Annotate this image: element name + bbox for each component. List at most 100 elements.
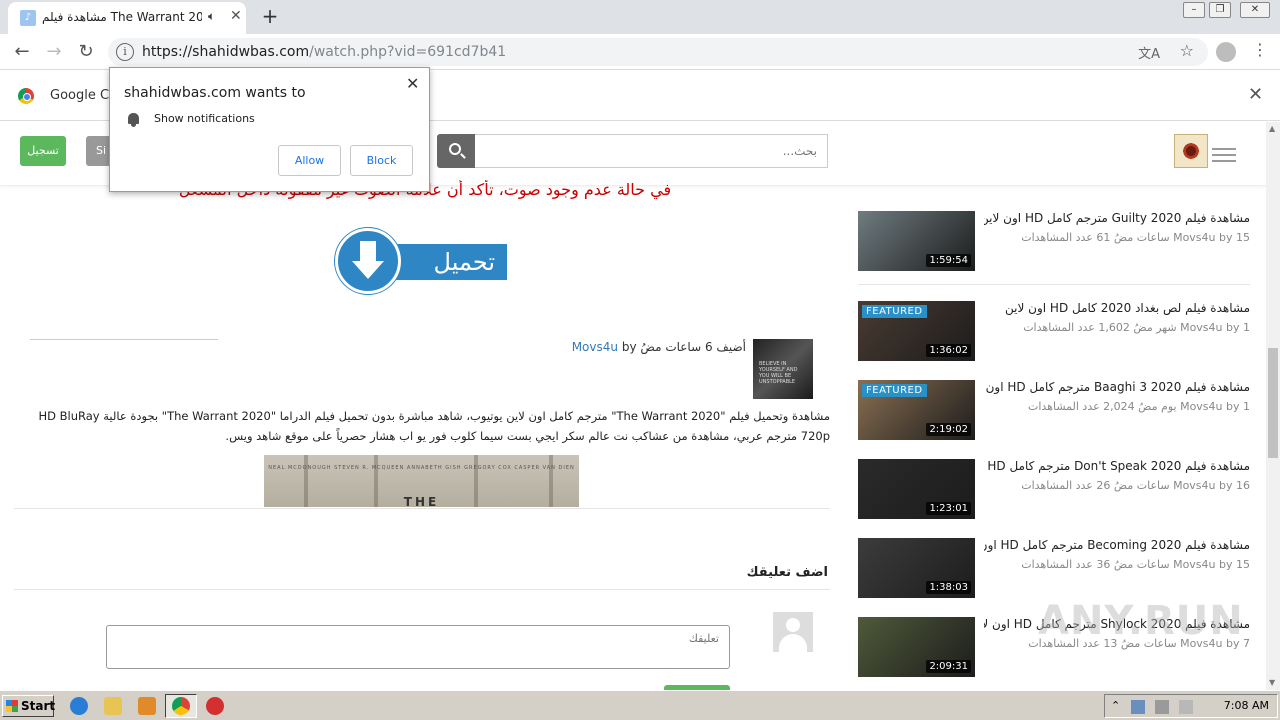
divider xyxy=(14,508,830,509)
hamburger-menu-icon[interactable] xyxy=(1212,148,1236,162)
stop-icon[interactable] xyxy=(206,697,224,715)
video-duration: 1:59:54 xyxy=(926,254,971,267)
back-arrow-icon[interactable]: ← xyxy=(10,40,34,64)
tab-title: مشاهدة فيلم The Warrant 2020 xyxy=(42,10,202,24)
video-duration: 1:23:01 xyxy=(926,502,971,515)
url-text[interactable]: https://shahidwbas.com/watch.php?vid=691… xyxy=(142,44,506,60)
prompt-permission: Show notifications xyxy=(154,112,255,125)
allow-button[interactable]: Allow xyxy=(278,145,341,176)
volume-icon[interactable] xyxy=(1155,700,1169,714)
tray-expand-icon[interactable]: ⌃ xyxy=(1111,699,1120,712)
prompt-close-icon[interactable]: ✕ xyxy=(406,74,419,93)
arrow-shaft xyxy=(360,241,376,263)
minimize-button[interactable]: – xyxy=(1183,2,1205,18)
window-close-button[interactable]: ✕ xyxy=(1240,2,1270,18)
related-video-item[interactable]: FEATURED 2:19:02 مشاهدة فيلم Baaghi 3 202… xyxy=(858,380,1250,440)
url-path: /watch.php?vid=691cd7b41 xyxy=(309,44,507,60)
url-host: https://shahidwbas.com xyxy=(142,44,310,60)
author-thumbnail[interactable]: BELIEVE IN YOURSELF AND YOU WILL BE UNST… xyxy=(753,339,813,399)
video-duration: 2:09:31 xyxy=(926,660,971,673)
browser-toolbar: ← → ↻ i https://shahidwbas.com/watch.php… xyxy=(0,34,1280,70)
kebab-menu-icon[interactable]: ⋮ xyxy=(1252,40,1268,59)
video-title[interactable]: مشاهدة فيلم لص بغداد 2020 كامل HD اون لا… xyxy=(984,301,1250,315)
register-button[interactable]: تسجيل xyxy=(20,136,66,166)
network-icon[interactable] xyxy=(1131,700,1145,714)
download-button[interactable]: تحميل xyxy=(335,228,507,296)
notification-permission-prompt: shahidwbas.com wants to ✕ Show notificat… xyxy=(109,67,430,192)
forward-arrow-icon[interactable]: → xyxy=(42,40,66,64)
video-thumbnail[interactable]: 1:38:03 xyxy=(858,538,975,598)
divider xyxy=(858,284,1250,285)
user-avatar xyxy=(773,612,813,652)
video-title[interactable]: مشاهدة فيلم Baaghi 3 2020 مترجم كامل HD … xyxy=(984,380,1250,394)
video-thumbnail[interactable]: FEATURED 1:36:02 xyxy=(858,301,975,361)
folder-icon[interactable] xyxy=(104,697,122,715)
infobar-text: Google Ch xyxy=(50,88,118,103)
video-meta: 16 Movs4u by ساعات مضُ 26 عدد المشاهدات xyxy=(1021,479,1250,492)
divider xyxy=(30,339,218,340)
related-video-item[interactable]: 1:59:54 مشاهدة فيلم Guilty 2020 مترجم كا… xyxy=(858,211,1250,271)
video-thumbnail[interactable]: FEATURED 2:19:02 xyxy=(858,380,975,440)
taskbar-chrome-button[interactable] xyxy=(165,694,197,718)
video-meta: 1 Movs4u by شهر مضُ 1,602 عدد المشاهدات xyxy=(1023,321,1250,334)
scroll-up-icon[interactable]: ▲ xyxy=(1269,124,1275,133)
search-input[interactable] xyxy=(475,134,828,168)
post-meta-time: أضيف 6 ساعات مضُ xyxy=(640,340,746,354)
bookmark-star-icon[interactable]: ☆ xyxy=(1180,41,1194,60)
video-thumbnail[interactable]: 1:59:54 xyxy=(858,211,975,271)
search-icon xyxy=(449,143,461,155)
media-player-icon[interactable] xyxy=(138,697,156,715)
restore-button[interactable]: ❐ xyxy=(1209,2,1231,18)
search-button[interactable] xyxy=(437,134,475,168)
logo-emblem-icon xyxy=(1181,141,1201,161)
avatar-head xyxy=(786,618,800,632)
post-author-link[interactable]: Movs4u xyxy=(572,340,618,354)
video-thumbnail[interactable]: 2:09:31 xyxy=(858,617,975,677)
related-video-item[interactable]: FEATURED 1:36:02 مشاهدة فيلم لص بغداد 202… xyxy=(858,301,1250,361)
start-button[interactable]: Start xyxy=(2,695,55,717)
comment-textarea[interactable] xyxy=(106,625,730,669)
reload-icon[interactable]: ↻ xyxy=(74,40,98,64)
featured-badge: FEATURED xyxy=(862,305,927,318)
video-title[interactable]: مشاهدة فيلم Becoming 2020 مترجم كامل HD … xyxy=(984,538,1250,552)
related-video-item[interactable]: 1:38:03 مشاهدة فيلم Becoming 2020 مترجم … xyxy=(858,538,1250,598)
site-logo[interactable] xyxy=(1174,134,1208,168)
flag-icon[interactable] xyxy=(1179,700,1193,714)
chrome-logo-icon xyxy=(18,88,34,104)
translate-icon[interactable]: 文A xyxy=(1138,43,1160,62)
infobar-close-icon[interactable]: ✕ xyxy=(1248,84,1263,105)
chrome-icon xyxy=(172,697,190,715)
post-meta: أضيف 6 ساعات مضُ Movs4u by xyxy=(560,340,746,354)
scroll-down-icon[interactable]: ▼ xyxy=(1269,678,1275,687)
related-video-item[interactable]: 1:23:01 مشاهدة فيلم Don't Speak 2020 متر… xyxy=(858,459,1250,519)
prompt-origin: shahidwbas.com wants to xyxy=(124,85,306,101)
new-tab-button[interactable]: + xyxy=(258,4,282,28)
post-meta-by: by xyxy=(621,340,637,354)
video-meta: 15 Movs4u by ساعات مضُ 36 عدد المشاهدات xyxy=(1021,558,1250,571)
movie-poster: NEAL MCDONOUGH STEVEN R. MCQUEEN ANNABET… xyxy=(264,455,579,507)
tab-close-icon[interactable]: ✕ xyxy=(230,8,242,24)
bell-icon xyxy=(128,113,139,127)
arrow-head xyxy=(352,261,384,279)
video-title[interactable]: مشاهدة فيلم Guilty 2020 مترجم كامل HD او… xyxy=(984,211,1250,225)
music-note-icon: ♪ xyxy=(20,10,36,26)
windows-logo-icon xyxy=(6,700,18,712)
poster-credits: NEAL MCDONOUGH STEVEN R. MCQUEEN ANNABET… xyxy=(268,465,575,471)
poster-title: THE xyxy=(403,495,440,507)
block-button[interactable]: Block xyxy=(350,145,413,176)
address-bar[interactable]: i https://shahidwbas.com/watch.php?vid=6… xyxy=(108,38,1208,66)
profile-avatar-icon[interactable] xyxy=(1216,42,1236,62)
internet-explorer-icon[interactable] xyxy=(70,697,88,715)
video-title[interactable]: مشاهدة فيلم Don't Speak 2020 مترجم كامل … xyxy=(984,459,1250,473)
video-duration: 1:36:02 xyxy=(926,344,971,357)
scrollbar-thumb[interactable] xyxy=(1268,348,1278,458)
thumb-caption: BELIEVE IN YOURSELF AND YOU WILL BE UNST… xyxy=(759,361,798,385)
site-info-icon[interactable]: i xyxy=(116,43,134,61)
watermark: ANY.RUN xyxy=(1038,598,1244,644)
browser-tab[interactable]: ♪ مشاهدة فيلم The Warrant 2020 🔈︎ ✕ xyxy=(8,2,246,34)
speaker-icon[interactable]: 🔈︎ xyxy=(208,9,215,24)
page-scrollbar[interactable]: ▲ ▼ xyxy=(1266,122,1280,690)
taskbar: Start ⌃ 7:08 AM xyxy=(0,690,1280,720)
video-thumbnail[interactable]: 1:23:01 xyxy=(858,459,975,519)
video-meta: 15 Movs4u by ساعات مضُ 61 عدد المشاهدات xyxy=(1021,231,1250,244)
